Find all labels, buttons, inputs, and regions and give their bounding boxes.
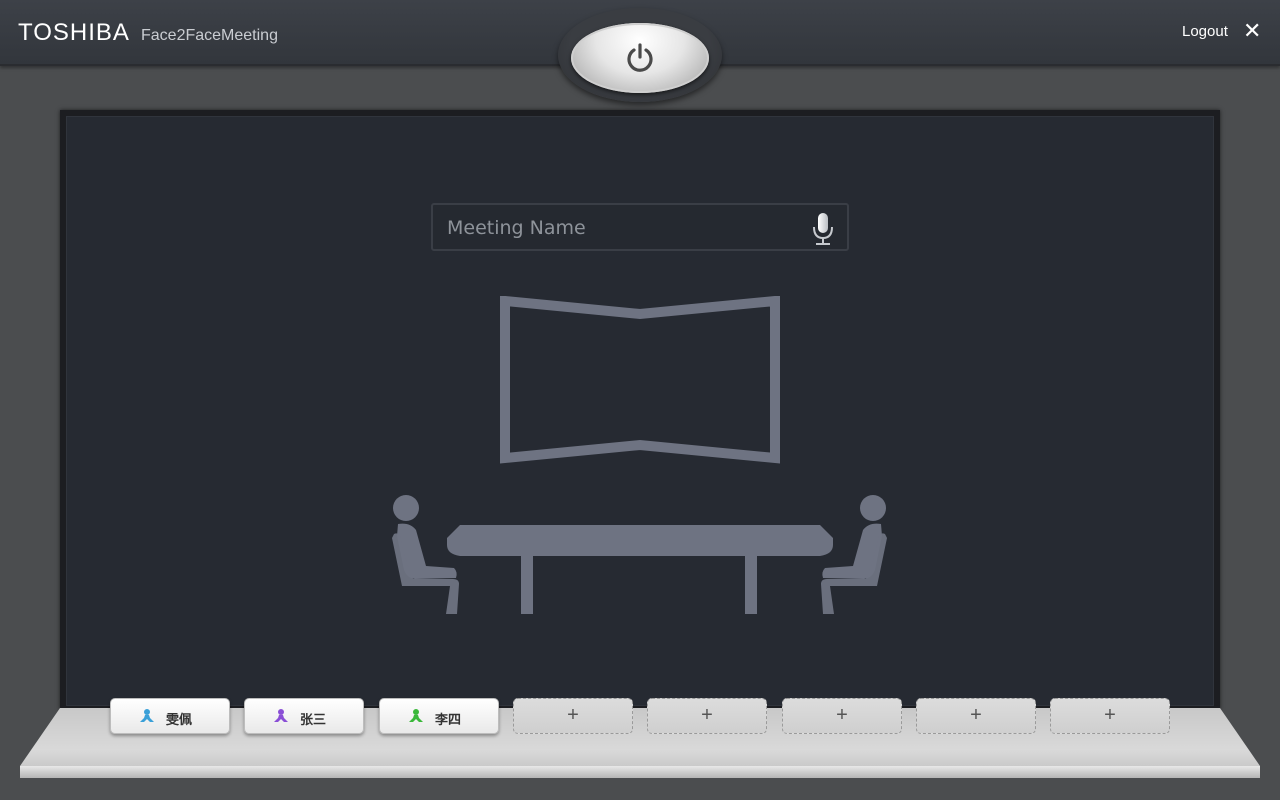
- meeting-name-field[interactable]: [431, 203, 849, 251]
- add-participant-button[interactable]: +: [916, 698, 1036, 734]
- person-left-icon: [392, 495, 459, 614]
- participant-name: 雯佩: [166, 713, 193, 728]
- user-icon: [274, 709, 288, 722]
- user-icon: [140, 709, 154, 722]
- power-button[interactable]: [571, 23, 709, 93]
- person-right-icon: [821, 495, 887, 614]
- participant-slot-1[interactable]: 雯佩: [110, 698, 230, 734]
- add-participant-button[interactable]: +: [1050, 698, 1170, 734]
- plus-icon: +: [1104, 704, 1116, 726]
- plus-icon: +: [567, 704, 579, 726]
- logout-button[interactable]: Logout: [1182, 23, 1228, 40]
- power-icon: [627, 43, 653, 72]
- user-icon: [409, 709, 423, 722]
- participant-name: 李四: [435, 713, 462, 728]
- add-participant-button[interactable]: +: [513, 698, 633, 734]
- plus-icon: +: [701, 704, 713, 726]
- meeting-name-input[interactable]: [445, 213, 799, 243]
- plus-icon: +: [836, 704, 848, 726]
- brand-logo: TOSHIBA: [18, 19, 130, 46]
- plus-icon: +: [970, 704, 982, 726]
- participant-slot-3[interactable]: 李四: [379, 698, 499, 734]
- add-participant-button[interactable]: +: [647, 698, 767, 734]
- participant-name: 张三: [300, 713, 327, 728]
- microphone-icon[interactable]: [810, 212, 836, 246]
- table-icon: [447, 525, 833, 556]
- participant-slot-2[interactable]: 张三: [244, 698, 364, 734]
- meeting-room-illustration: [392, 296, 887, 614]
- participant-shelf-edge: [20, 766, 1260, 778]
- close-icon[interactable]: ✕: [1243, 20, 1261, 42]
- add-participant-button[interactable]: +: [782, 698, 902, 734]
- display-screen-icon: [500, 296, 780, 464]
- app-name: Face2FaceMeeting: [141, 27, 278, 44]
